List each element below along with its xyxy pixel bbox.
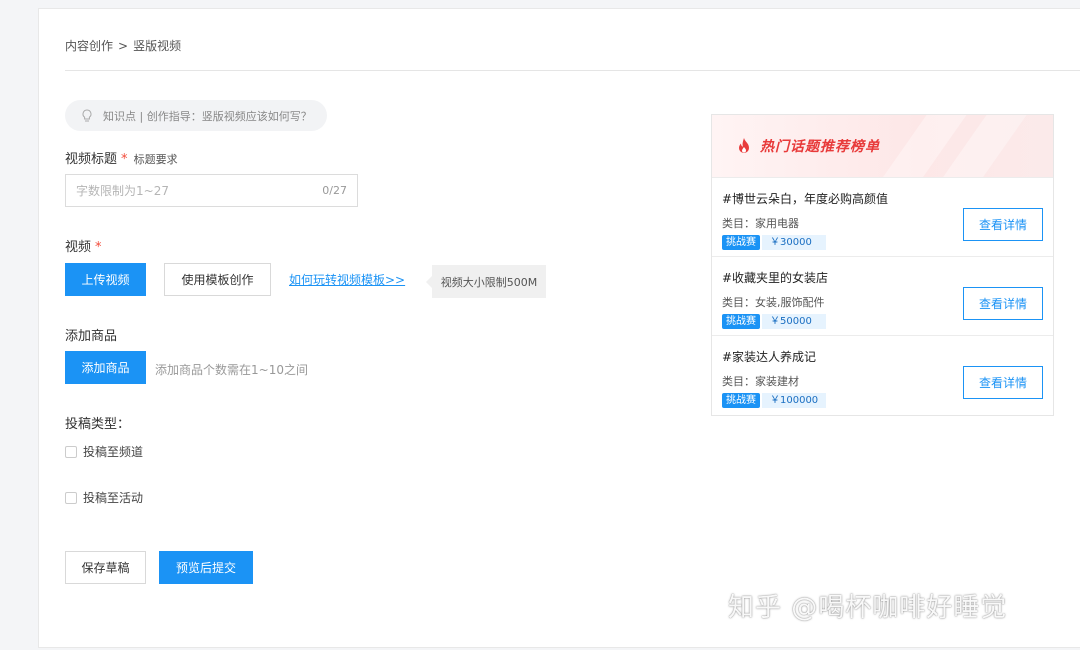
video-label: 视频 [65, 240, 92, 255]
title-label-group: 视频标题 * 标题要求 [65, 148, 178, 167]
product-label: 添加商品 [65, 329, 118, 344]
upload-video-button[interactable]: 上传视频 [65, 263, 146, 296]
product-count-hint: 添加商品个数需在1~10之间 [155, 363, 308, 377]
creation-tip[interactable]: 知识点 | 创作指导：竖版视频应该如何写？ [65, 100, 327, 131]
add-product-button[interactable]: 添加商品 [65, 351, 146, 384]
flame-icon [739, 138, 749, 153]
topic-card: #家装达人养成记 类目：家装建材 挑战赛 ￥100000 查看详情 [712, 335, 1053, 414]
breadcrumb-current: 竖版视频 [133, 39, 182, 53]
breadcrumb: 内容创作 > 竖版视频 [65, 37, 181, 54]
hot-topics-panel: 热门话题推荐榜单 #博世云朵白，年度必购高颜值 类目：家用电器 挑战赛 ￥300… [711, 114, 1054, 416]
video-title-input[interactable] [76, 183, 323, 198]
view-details-button[interactable]: 查看详情 [963, 208, 1043, 241]
prize-amount: ￥30000 [762, 235, 826, 250]
view-details-button[interactable]: 查看详情 [963, 366, 1043, 399]
lightbulb-icon [82, 108, 92, 121]
submit-to-activity-label: 投稿至活动 [83, 491, 144, 505]
breadcrumb-separator: > [118, 39, 129, 53]
topic-name: #收藏夹里的女装店 [722, 271, 829, 285]
content-card: 内容创作 > 竖版视频 知识点 | 创作指导：竖版视频应该如何写？ 视频标题 * 标题… [38, 8, 1080, 648]
tip-text: 知识点 | 创作指导：竖版视频应该如何写？ [103, 109, 312, 123]
submit-type-label: 投稿类型： [65, 417, 131, 432]
hot-topics-header: 热门话题推荐榜单 [712, 115, 1053, 177]
save-draft-button[interactable]: 保存草稿 [65, 551, 146, 584]
prize-amount: ￥100000 [762, 393, 827, 408]
required-mark: * [95, 240, 102, 255]
template-guide-link[interactable]: 如何玩转视频模板>> [289, 271, 405, 288]
challenge-badge: 挑战赛 [722, 314, 760, 329]
required-mark: * [121, 152, 128, 167]
title-requirement-link[interactable]: 标题要求 [134, 153, 178, 166]
video-label-group: 视频 * [65, 236, 102, 255]
preview-submit-button[interactable]: 预览后提交 [159, 551, 253, 584]
title-input-wrapper: 0/27 [65, 174, 358, 207]
use-template-button[interactable]: 使用模板创作 [164, 263, 271, 296]
submit-to-channel-checkbox[interactable] [65, 445, 77, 458]
topic-card: #收藏夹里的女装店 类目：女装,服饰配件 挑战赛 ￥50000 查看详情 [712, 256, 1053, 335]
challenge-badge: 挑战赛 [722, 235, 760, 250]
video-size-tooltip: 视频大小限制500M [426, 265, 546, 298]
topic-card: #博世云朵白，年度必购高颜值 类目：家用电器 挑战赛 ￥30000 查看详情 [712, 177, 1053, 256]
hot-topics-title: 热门话题推荐榜单 [760, 139, 880, 155]
prize-amount: ￥50000 [762, 314, 826, 329]
title-char-counter: 0/27 [322, 184, 347, 197]
topic-name: #博世云朵白，年度必购高颜值 [722, 192, 889, 206]
submit-to-activity-checkbox[interactable] [65, 491, 77, 504]
submit-to-activity-option[interactable]: 投稿至活动 [65, 489, 143, 506]
submit-to-channel-option[interactable]: 投稿至频道 [65, 443, 143, 460]
watermark: 知乎 @喝杯咖啡好睡觉 [728, 593, 1008, 623]
topic-name: #家装达人养成记 [722, 350, 817, 364]
title-label: 视频标题 [65, 152, 118, 167]
breadcrumb-parent[interactable]: 内容创作 [65, 39, 113, 53]
submit-to-channel-label: 投稿至频道 [83, 445, 144, 459]
header-divider [65, 70, 1080, 71]
challenge-badge: 挑战赛 [722, 393, 760, 408]
view-details-button[interactable]: 查看详情 [963, 287, 1043, 320]
